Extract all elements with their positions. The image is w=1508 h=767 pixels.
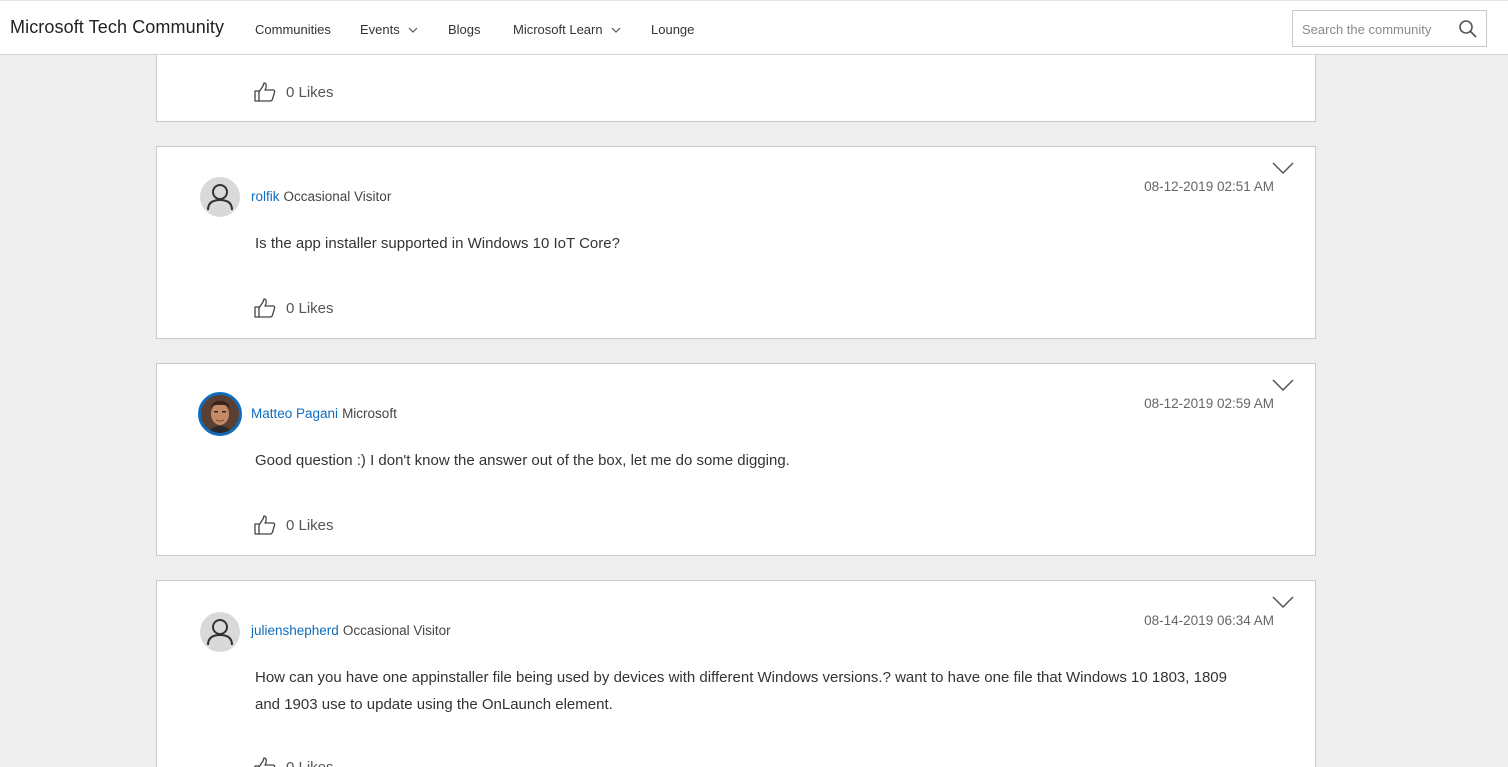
nav-events[interactable]: Events [360, 22, 418, 37]
top-navigation-bar: Microsoft Tech Community Communities Eve… [0, 0, 1508, 55]
chevron-down-icon [611, 27, 621, 33]
reply-card: Matteo Pagani Microsoft 08-12-2019 02:59 … [156, 363, 1316, 556]
likes-count: 0 Likes [286, 516, 334, 534]
like-button[interactable]: 0 Likes [254, 515, 334, 535]
thumbs-up-icon [254, 515, 276, 535]
avatar[interactable] [200, 612, 240, 652]
nav-events-label: Events [360, 22, 400, 37]
likes-count: 0 Likes [286, 758, 334, 767]
site-title[interactable]: Microsoft Tech Community [10, 17, 224, 38]
like-button[interactable]: 0 Likes [254, 757, 334, 767]
post-options-chevron-icon[interactable] [1272, 379, 1294, 391]
post-body: Good question :) I don't know the answer… [255, 452, 790, 469]
likes-count: 0 Likes [286, 83, 334, 101]
like-button[interactable]: 0 Likes [254, 82, 334, 102]
post-date: 08-14-2019 06:34 AM [1144, 613, 1274, 628]
reply-card: julienshepherd Occasional Visitor 08-14-2… [156, 580, 1316, 767]
post-body: Is the app installer supported in Window… [255, 235, 620, 252]
nav-blogs[interactable]: Blogs [448, 22, 481, 37]
author-line: rolfik Occasional Visitor [251, 189, 391, 204]
reply-card: rolfik Occasional Visitor 08-12-2019 02:5… [156, 146, 1316, 339]
author-rank: Occasional Visitor [283, 189, 392, 204]
default-user-icon [207, 184, 233, 211]
nav-microsoft-learn-label: Microsoft Learn [513, 22, 603, 37]
nav-lounge[interactable]: Lounge [651, 22, 694, 37]
search-box [1292, 10, 1487, 47]
post-options-chevron-icon[interactable] [1272, 596, 1294, 608]
search-input[interactable] [1302, 20, 1452, 38]
like-button[interactable]: 0 Likes [254, 298, 334, 318]
avatar[interactable] [198, 392, 242, 436]
author-line: Matteo Pagani Microsoft [251, 406, 397, 421]
post-options-chevron-icon[interactable] [1272, 162, 1294, 174]
author-rank: Microsoft [342, 406, 397, 421]
likes-count: 0 Likes [286, 299, 334, 317]
post-body: How can you have one appinstaller file b… [255, 669, 1227, 713]
author-rank: Occasional Visitor [342, 623, 451, 638]
nav-microsoft-learn[interactable]: Microsoft Learn [513, 22, 621, 37]
nav-communities-label: Communities [255, 22, 331, 37]
author-name-link[interactable]: julienshepherd [251, 623, 339, 638]
thumbs-up-icon [254, 298, 276, 318]
author-line: julienshepherd Occasional Visitor [251, 623, 451, 638]
author-name-link[interactable]: Matteo Pagani [251, 406, 338, 421]
post-date: 08-12-2019 02:51 AM [1144, 179, 1274, 194]
thumbs-up-icon [254, 757, 276, 767]
post-date: 08-12-2019 02:59 AM [1144, 396, 1274, 411]
nav-blogs-label: Blogs [448, 22, 481, 37]
user-photo-icon [201, 395, 239, 433]
author-name-link[interactable]: rolfik [251, 189, 280, 204]
nav-communities[interactable]: Communities [255, 22, 331, 37]
thumbs-up-icon [254, 82, 276, 102]
nav-lounge-label: Lounge [651, 22, 695, 37]
search-icon[interactable] [1458, 19, 1478, 39]
default-user-icon [207, 619, 233, 646]
chevron-down-icon [408, 27, 418, 33]
avatar[interactable] [200, 177, 240, 217]
